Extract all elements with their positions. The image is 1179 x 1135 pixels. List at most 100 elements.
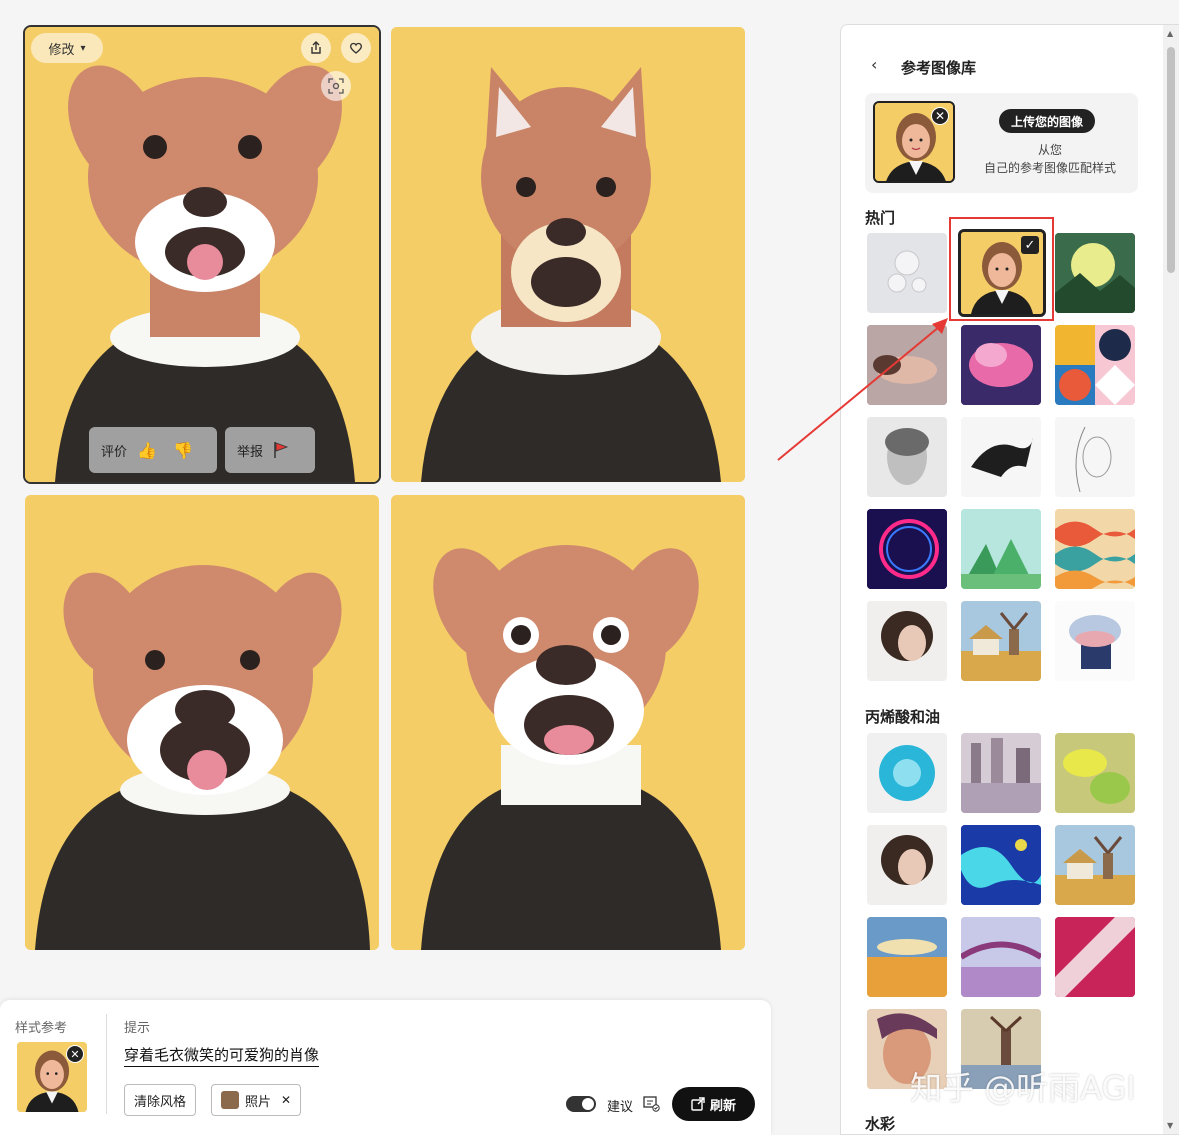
- modify-label: 修改: [48, 42, 75, 58]
- style-thumb-field-sunset[interactable]: [867, 917, 947, 997]
- dog-portrait-image: [25, 495, 379, 950]
- style-thumb-flowers[interactable]: [867, 233, 947, 313]
- close-icon[interactable]: ✕: [931, 107, 949, 125]
- refresh-button[interactable]: 刷新: [672, 1087, 755, 1121]
- prompt-label: 提示: [124, 1021, 151, 1036]
- photo-chip[interactable]: 照片 ✕: [211, 1084, 302, 1116]
- style-thumb-purple-bridge[interactable]: [961, 917, 1041, 997]
- flag-icon: [274, 442, 289, 458]
- style-reference-label: 样式参考: [15, 1021, 68, 1036]
- style-thumb-windmill-2[interactable]: [1055, 825, 1135, 905]
- pencil-portrait-image: [1055, 417, 1135, 497]
- result-card-1[interactable]: 修改 ▾ 评价 👍 👎 举报: [23, 25, 381, 484]
- flower-relief-image: [887, 250, 927, 293]
- report-label: 举报: [237, 444, 264, 460]
- checkmark-icon: ✓: [1021, 236, 1039, 254]
- upload-desc-line1: 从您: [1037, 143, 1062, 157]
- suggest-toggle[interactable]: [566, 1096, 596, 1112]
- clear-style-button[interactable]: 清除风格: [124, 1084, 197, 1116]
- result-card-4[interactable]: [391, 495, 745, 950]
- city-reflection-image: [961, 733, 1041, 813]
- prompt-input[interactable]: 穿着毛衣微笑的可爱狗的肖像: [124, 1044, 320, 1067]
- share-button[interactable]: [301, 33, 331, 63]
- rate-label: 评价: [101, 444, 128, 460]
- upload-image-button[interactable]: 上传您的图像: [999, 109, 1096, 133]
- panel-title: 参考图像库: [901, 59, 977, 77]
- style-thumb-train[interactable]: [1055, 601, 1135, 681]
- geometric-pattern-image: [1055, 325, 1135, 405]
- favorite-button[interactable]: [341, 33, 371, 63]
- red-stripes-image: [1055, 917, 1135, 997]
- neon-ring-image: [867, 509, 947, 589]
- watercolor-train-image: [1055, 601, 1135, 681]
- 3d-landscape-image: [961, 509, 1041, 589]
- wavy-hair-woman-image: [867, 601, 947, 681]
- refresh-label: 刷新: [709, 1098, 736, 1114]
- style-thumb-neon-figure[interactable]: [867, 509, 947, 589]
- style-thumb-geometric[interactable]: [1055, 325, 1135, 405]
- chevron-down-icon: ▾: [80, 42, 86, 54]
- prompt-bar: 样式参考 ✕ 提示 穿着毛衣微笑的可爱狗的肖像 清除风格 照片 ✕ 建议 刷新: [0, 1000, 771, 1135]
- pink-clouds-image: [961, 325, 1041, 405]
- style-thumb-blue-swirl[interactable]: [867, 733, 947, 813]
- wavy-hair-woman-image: [867, 825, 947, 905]
- style-thumb-moon-landscape[interactable]: [1055, 233, 1135, 313]
- upload-description: 从您 自己的参考图像匹配样式: [965, 141, 1135, 177]
- style-thumb-ink-horse[interactable]: [961, 417, 1041, 497]
- field-painting-image: [867, 917, 947, 997]
- refresh-icon: [691, 1097, 705, 1111]
- upload-area[interactable]: ✕ 上传您的图像 从您 自己的参考图像匹配样式: [865, 93, 1138, 193]
- style-thumb-pink-clouds[interactable]: [961, 325, 1041, 405]
- back-icon[interactable]: ‹: [871, 55, 877, 74]
- uploaded-reference-thumb: ✕: [873, 101, 955, 183]
- style-thumb-woman-avatar[interactable]: ✓: [958, 229, 1046, 317]
- style-thumb-pencil-woman[interactable]: [1055, 417, 1135, 497]
- watermark-text: 知乎 @听雨AGI: [910, 1069, 1136, 1107]
- style-thumb-wavy-hair[interactable]: [867, 601, 947, 681]
- report-button[interactable]: 举报: [225, 427, 315, 473]
- modify-dropdown[interactable]: 修改 ▾: [31, 33, 103, 63]
- result-card-3[interactable]: [25, 495, 379, 950]
- section-title-popular: 热门: [865, 209, 896, 227]
- rate-panel: 评价 👍 👎: [89, 427, 217, 473]
- blue-abstract-image: [961, 825, 1041, 905]
- close-icon[interactable]: ✕: [281, 1093, 291, 1107]
- photo-thumb-icon: [221, 1091, 239, 1109]
- moon-landscape-image: [1055, 233, 1135, 313]
- scroll-thumb[interactable]: [1167, 47, 1175, 273]
- style-thumb-retro-waves[interactable]: [1055, 509, 1135, 589]
- heart-icon: [350, 42, 362, 54]
- style-thumb-blue-map[interactable]: [961, 825, 1041, 905]
- fox-dog-portrait-image: [391, 27, 745, 482]
- suggest-label: 建议: [607, 1100, 634, 1115]
- focus-icon: [328, 78, 344, 94]
- style-thumb-red-stripes[interactable]: [1055, 917, 1135, 997]
- focus-button[interactable]: [321, 71, 351, 101]
- share-icon: [311, 41, 321, 54]
- style-thumb-windmill[interactable]: [961, 601, 1041, 681]
- thumbs-up-icon[interactable]: 👍: [137, 441, 157, 460]
- retro-waves-image: [1055, 509, 1135, 589]
- thumbs-down-icon[interactable]: 👎: [173, 441, 193, 460]
- section-title-watercolor: 水彩: [865, 1115, 896, 1133]
- style-thumb-wavy-hair-2[interactable]: [867, 825, 947, 905]
- suggest-info-icon[interactable]: [643, 1096, 660, 1112]
- style-thumb-3d-landscape[interactable]: [961, 509, 1041, 589]
- windmill-painting-image: [1055, 825, 1135, 905]
- photo-chip-label: 照片: [245, 1094, 272, 1110]
- style-thumb-abstract-yellow[interactable]: [1055, 733, 1135, 813]
- annotation-arrow: [777, 318, 948, 461]
- windmill-painting-image: [961, 601, 1041, 681]
- reference-gallery-panel: ‹ 参考图像库 ✕ 上传您的图像 从您 自己的参考图像匹配样式 热门 ✓ 丙烯酸…: [840, 24, 1179, 1135]
- result-card-2[interactable]: [391, 27, 745, 482]
- clear-style-label: 清除风格: [134, 1094, 187, 1110]
- scroll-up-arrow-icon[interactable]: ▲: [1167, 29, 1173, 38]
- style-thumb-city-reflection[interactable]: [961, 733, 1041, 813]
- panel-scrollbar[interactable]: ▲ ▼: [1163, 25, 1179, 1134]
- style-reference-thumb[interactable]: ✕: [17, 1042, 87, 1112]
- blue-swirl-image: [867, 733, 947, 813]
- upload-desc-line2: 自己的参考图像匹配样式: [983, 161, 1116, 175]
- scroll-down-arrow-icon[interactable]: ▼: [1167, 1121, 1173, 1130]
- dog-portrait-image: [391, 495, 745, 950]
- remove-style-icon[interactable]: ✕: [66, 1045, 84, 1063]
